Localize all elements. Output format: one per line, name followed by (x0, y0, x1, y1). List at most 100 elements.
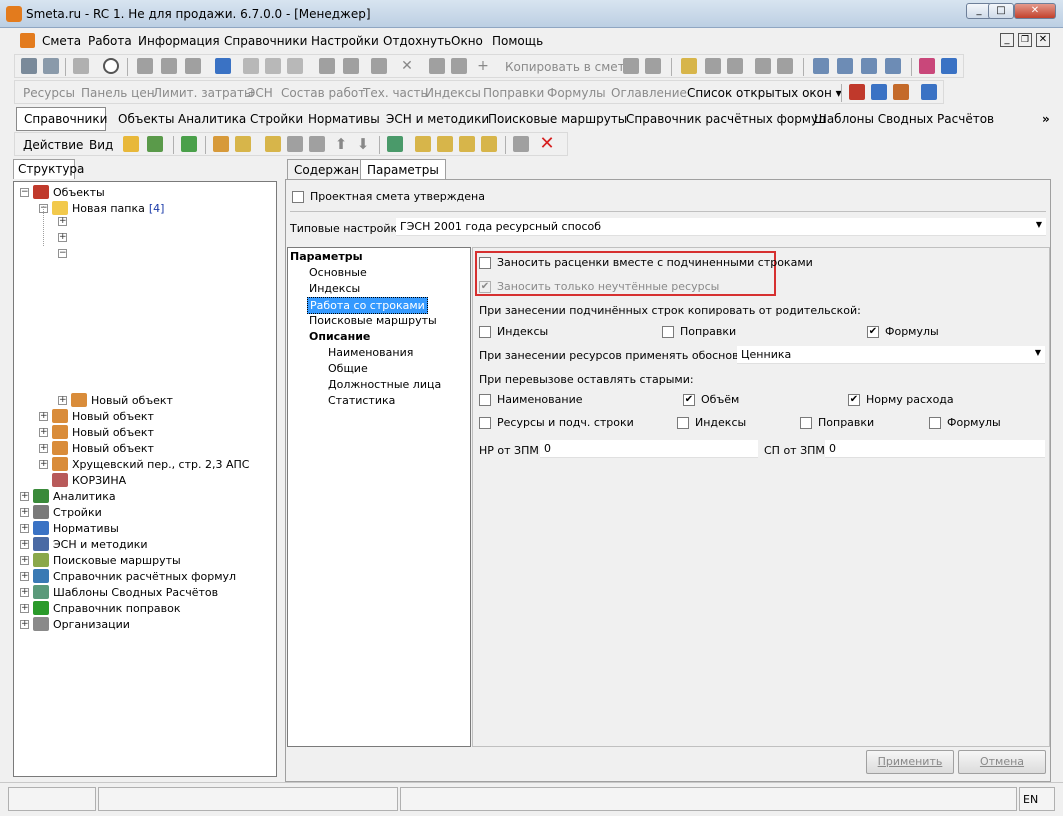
expand-icon[interactable]: + (20, 603, 29, 613)
expand-icon[interactable]: + (58, 233, 67, 242)
tree-item[interactable]: + Новый объект (39, 409, 154, 423)
tree-item[interactable]: + Шаблоны Сводных Расчётов (20, 585, 218, 599)
with-sub-checkbox[interactable] (479, 256, 491, 269)
paste-icon[interactable] (623, 58, 639, 74)
tree-item[interactable]: + Справочник поправок (20, 601, 180, 615)
maximize-button[interactable]: □ (988, 3, 1014, 19)
tab-parameters[interactable]: Параметры (360, 159, 446, 179)
estimate-icon[interactable] (265, 136, 281, 152)
object-icon[interactable] (213, 136, 229, 152)
menu-help[interactable]: Помощь (492, 34, 543, 48)
machine-icon[interactable] (921, 84, 937, 100)
params-sub-stats[interactable]: Статистика (328, 394, 395, 407)
hammer-icon[interactable] (849, 84, 865, 100)
expand-icon[interactable]: + (20, 571, 29, 581)
keep-resources-checkbox[interactable] (479, 416, 491, 429)
close-button[interactable]: ✕ (1014, 3, 1056, 19)
image-icon[interactable] (73, 58, 89, 74)
mdi-close-icon[interactable]: ✕ (1036, 33, 1050, 47)
copy-to-smeta-button[interactable]: Копировать в смету (505, 60, 632, 74)
move-up-icon[interactable] (813, 58, 829, 74)
toolbar-formulas[interactable]: Формулы (547, 86, 606, 100)
car-icon[interactable] (319, 58, 335, 74)
expand-icon[interactable]: + (39, 459, 48, 469)
expand-icon[interactable]: + (20, 555, 29, 565)
tree-item[interactable]: − Новая папка [4] (39, 201, 164, 215)
collapse-icon[interactable]: − (58, 249, 67, 258)
tree-item[interactable]: − Объекты (20, 185, 105, 199)
menu-info[interactable]: Информация (138, 34, 220, 48)
arrow-down-icon[interactable]: ⬇ (355, 136, 371, 152)
keep-formulas-checkbox[interactable] (929, 416, 941, 429)
toolbar-corrections[interactable]: Поправки (483, 86, 544, 100)
tree-item[interactable]: + Хрущевский пер., стр. 2,3 АПС (39, 457, 249, 471)
f3-icon[interactable] (481, 136, 497, 152)
mdi-restore-icon[interactable]: ❐ (1018, 33, 1032, 47)
copy-corrections-checkbox[interactable] (662, 325, 674, 338)
toolbar-esn[interactable]: ЭСН (247, 86, 273, 100)
m2-icon[interactable] (437, 136, 453, 152)
menu-window[interactable]: Окно (451, 34, 483, 48)
typical-dropdown[interactable]: ГЭСН 2001 года ресурсный способ ▼ (396, 218, 1046, 236)
toolbar-indexes[interactable]: Индексы (425, 86, 481, 100)
tree-item[interactable]: + (58, 217, 67, 226)
remove-icon[interactable]: ✕ (539, 134, 555, 154)
sp-input[interactable]: 0 (825, 440, 1045, 458)
params-item-rows[interactable]: Работа со строками (307, 297, 428, 314)
search-icon[interactable] (103, 58, 119, 74)
expand-icon[interactable]: + (20, 523, 29, 533)
params-item-indexes[interactable]: Индексы (309, 282, 360, 295)
menu-spravochniki[interactable]: Справочники (224, 34, 307, 48)
keep-norm-checkbox[interactable]: ✔ (848, 393, 860, 406)
toolbar-resources[interactable]: Ресурсы (23, 86, 75, 100)
move-right-icon[interactable] (885, 58, 901, 74)
reload-icon[interactable] (181, 136, 197, 152)
save-icon[interactable] (137, 58, 153, 74)
tree-item[interactable]: + ЭСН и методики (20, 537, 148, 551)
books-red-icon[interactable] (919, 58, 935, 74)
tree-item[interactable]: + Новый объект (39, 425, 154, 439)
toolbar-limit-costs[interactable]: Лимит. затраты (153, 86, 253, 100)
tab-templates[interactable]: Шаблоны Сводных Расчётов (814, 112, 994, 126)
np-input[interactable]: 0 (540, 440, 758, 458)
apply-button[interactable]: Применить (866, 750, 954, 774)
sort-up-icon[interactable] (755, 58, 771, 74)
expand-icon[interactable]: + (58, 395, 67, 405)
apply-reason-dropdown[interactable]: Ценника ▼ (737, 346, 1045, 364)
copy-icon[interactable] (451, 58, 467, 74)
table-icon[interactable] (727, 58, 743, 74)
tree-item[interactable]: − (58, 249, 67, 258)
folder-up-icon[interactable] (123, 136, 139, 152)
add-icon[interactable]: + (475, 58, 491, 74)
move-left-icon[interactable] (837, 58, 853, 74)
menu-rabota[interactable]: Работа (88, 34, 132, 48)
tree-item[interactable]: + Стройки (20, 505, 102, 519)
delete-icon[interactable]: ✕ (399, 58, 415, 74)
tabs-more-button[interactable]: » (1042, 112, 1050, 126)
expand-icon[interactable]: + (39, 411, 48, 421)
collapse-icon[interactable]: − (20, 187, 29, 197)
keep-corrections-checkbox[interactable] (800, 416, 812, 429)
params-sub-names[interactable]: Наименования (328, 346, 413, 359)
truck-icon[interactable] (343, 58, 359, 74)
tab-formula-catalog[interactable]: Справочник расчётных формул (626, 112, 826, 126)
move-down-icon[interactable] (861, 58, 877, 74)
keep-volume-checkbox[interactable]: ✔ (683, 393, 695, 406)
calc-icon[interactable] (387, 136, 403, 152)
expand-icon[interactable]: + (39, 427, 48, 437)
params-description[interactable]: Описание (309, 330, 370, 343)
stamp-icon[interactable] (429, 58, 445, 74)
tab-structure[interactable]: Структура (13, 159, 84, 179)
tree-item[interactable]: + Поисковые маршруты (20, 553, 181, 567)
mdi-minimize-icon[interactable]: _ (1000, 33, 1014, 47)
sort-down-icon[interactable] (777, 58, 793, 74)
params-item-routes[interactable]: Поисковые маршруты (309, 314, 437, 327)
tree-item[interactable]: КОРЗИНА (39, 473, 126, 487)
undo-icon[interactable] (185, 58, 201, 74)
percent-icon[interactable] (415, 136, 431, 152)
menu-settings[interactable]: Настройки (311, 34, 379, 48)
print-icon[interactable] (161, 58, 177, 74)
tree-item[interactable]: + Новый объект (58, 393, 173, 407)
expand-icon[interactable]: + (20, 619, 29, 629)
arrow-up-icon[interactable]: ⬆ (333, 136, 349, 152)
